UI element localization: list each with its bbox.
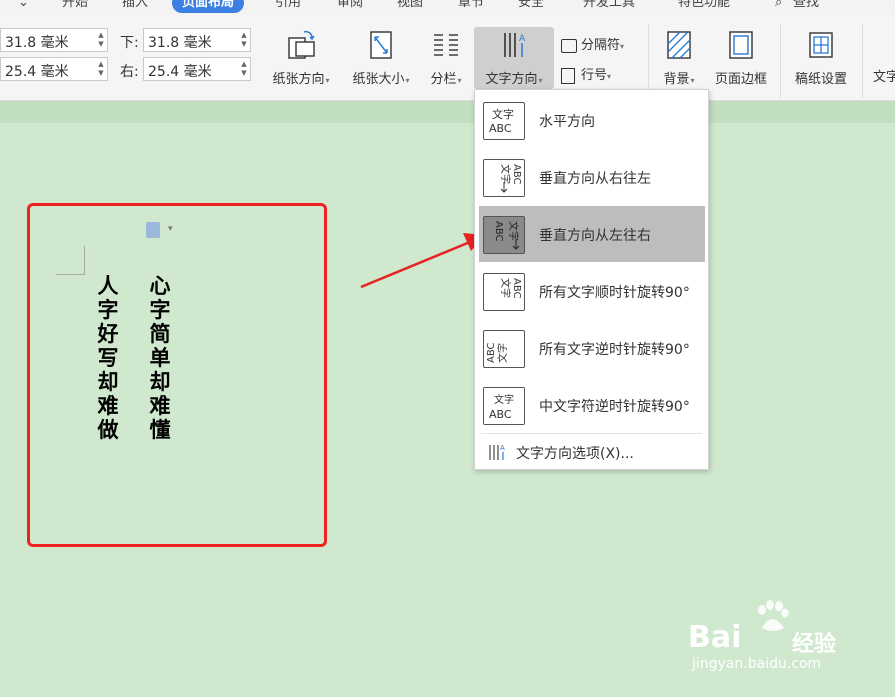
svg-text:文字: 文字 (494, 393, 514, 406)
horizontal-text-icon: 文字 ABC (483, 102, 525, 140)
dropdown-caret-icon: ▾ (690, 76, 695, 85)
svg-text:文字: 文字 (499, 164, 512, 184)
spin-arrows-icon[interactable]: ▲ ▼ (97, 31, 105, 49)
spin-arrows-icon[interactable]: ▲ ▼ (240, 60, 248, 78)
vertical-ltr-icon: ABC 文字 (483, 216, 525, 254)
separator-button[interactable]: 分隔符▾ (561, 34, 624, 53)
text-direction-button[interactable]: A 文字方向▾ (474, 27, 554, 89)
svg-text:ABC: ABC (489, 408, 512, 421)
paper-size-button[interactable]: 纸张大小▾ (344, 30, 418, 87)
columns-button[interactable]: 分栏▾ (424, 30, 468, 87)
search-icon[interactable]: ⌕ (775, 0, 782, 13)
ribbon-divider (648, 24, 649, 98)
dropdown-caret-icon: ▾ (607, 72, 612, 81)
menu-start[interactable]: 开始 (62, 0, 88, 13)
dropdown-caret-icon: ▾ (405, 76, 410, 85)
document-page[interactable]: ▾ 人字好写却难做 心字简单却难懂 (27, 203, 327, 547)
spin-arrows-icon[interactable]: ▲ ▼ (240, 31, 248, 49)
text-direction-options-icon: A (489, 444, 505, 460)
menu-page-layout[interactable]: 页面布局 (172, 0, 245, 13)
watermark: Bai 经验 jingyan.baidu.com (688, 600, 858, 680)
grid-paper-button[interactable]: 稿纸设置 (788, 30, 854, 87)
menu-item-vertical-ltr[interactable]: ABC 文字 垂直方向从左往右 (479, 206, 705, 262)
margin-top-field[interactable]: 31.8 毫米 ▲ ▼ (0, 28, 108, 52)
svg-text:A: A (500, 444, 505, 452)
menu-features[interactable]: 特色功能 (678, 0, 730, 13)
text-column-1[interactable]: 人字好写却难做 (96, 274, 120, 442)
svg-text:文字: 文字 (499, 278, 512, 298)
ribbon-divider (862, 24, 863, 98)
watermark-brand: Bai (688, 620, 742, 655)
page-border-icon (729, 31, 753, 59)
menu-view[interactable]: 视图 (397, 0, 423, 13)
menu-review[interactable]: 审阅 (337, 0, 363, 13)
text-tools-button[interactable]: 文字 (873, 66, 895, 85)
page-border-button[interactable]: 页面边框 (708, 30, 774, 87)
paper-size-icon (370, 31, 392, 59)
text-column-2[interactable]: 心字简单却难懂 (148, 274, 172, 442)
chevron-down-icon[interactable]: ▾ (168, 224, 173, 234)
margin-corner-mark (56, 246, 85, 275)
rotate-ccw-icon: ABC 文字 (483, 330, 525, 368)
background-icon (667, 31, 691, 59)
orientation-icon (288, 30, 315, 59)
dropdown-caret-icon: ▾ (538, 76, 543, 85)
menu-divider (481, 433, 702, 434)
margin-left-field[interactable]: 25.4 毫米 ▲ ▼ (0, 57, 108, 81)
svg-text:文字: 文字 (507, 221, 520, 241)
menu-item-rotate-cw[interactable]: ABC 文字 所有文字顺时针旋转90° (475, 263, 706, 319)
svg-text:ABC: ABC (511, 278, 522, 299)
menu-search[interactable]: 查找 (793, 0, 819, 13)
margin-bottom-label: 下: (120, 35, 139, 51)
columns-icon (434, 34, 458, 56)
margin-bottom-field[interactable]: 31.8 毫米 ▲ ▼ (143, 28, 251, 52)
paste-options-icon[interactable] (146, 222, 160, 238)
menu-item-rotate-ccw[interactable]: ABC 文字 所有文字逆时针旋转90° (475, 320, 706, 376)
svg-text:ABC: ABC (486, 342, 497, 363)
menu-references[interactable]: 引用 (275, 0, 301, 13)
paper-orientation-button[interactable]: 纸张方向▾ (264, 30, 338, 87)
menu-security[interactable]: 安全 (518, 0, 544, 13)
svg-text:ABC: ABC (511, 164, 522, 185)
menu-chapter[interactable]: 章节 (458, 0, 484, 13)
text-direction-options[interactable]: A 文字方向选项(X)... (487, 440, 702, 464)
svg-text:文字: 文字 (496, 343, 509, 363)
ribbon-divider (780, 24, 781, 98)
line-numbers-icon (561, 67, 575, 84)
cjk-rotate-icon: 文字 ABC (483, 387, 525, 425)
watermark-url: jingyan.baidu.com (692, 656, 822, 672)
watermark-brand-cn: 经验 (792, 632, 837, 657)
svg-text:文字: 文字 (492, 107, 514, 121)
background-button[interactable]: 背景▾ (654, 30, 704, 87)
svg-text:A: A (519, 34, 526, 44)
ribbon: 31.8 毫米 ▲ ▼ 25.4 毫米 ▲ ▼ 下: 31.8 毫米 ▲ ▼ 右: 2… (0, 14, 895, 101)
menu-developer[interactable]: 开发工具 (583, 0, 635, 13)
margin-right-label: 右: (120, 64, 139, 80)
menu-bar: ⌄ 开始 插入 页面布局 引用 审阅 视图 章节 安全 开发工具 特色功能 ⌕ … (0, 0, 895, 14)
menu-item-vertical-rtl[interactable]: ABC 文字 垂直方向从右往左 (475, 149, 706, 205)
text-direction-icon: A (504, 33, 526, 57)
separator-icon (561, 38, 577, 53)
dropdown-caret-icon: ▾ (325, 76, 330, 85)
dropdown-caret-icon: ▾ (457, 76, 462, 85)
svg-text:ABC: ABC (489, 122, 512, 135)
vertical-rtl-icon: ABC 文字 (483, 159, 525, 197)
paw-logo-icon (758, 600, 789, 631)
menu-insert[interactable]: 插入 (122, 0, 148, 13)
margin-right-field[interactable]: 25.4 毫米 ▲ ▼ (143, 57, 251, 81)
ruler-band (0, 101, 895, 123)
menu-item-horizontal[interactable]: 文字 ABC 水平方向 (475, 92, 706, 148)
dropdown-caret-icon: ▾ (620, 42, 625, 51)
text-direction-menu: 文字 ABC 水平方向 ABC 文字 垂直方向从右往左 ABC 文字 垂直方向从左往右… (474, 89, 709, 470)
svg-text:ABC: ABC (493, 221, 504, 242)
grid-paper-icon (809, 32, 833, 58)
rotate-cw-icon: ABC 文字 (483, 273, 525, 311)
line-numbers-button[interactable]: 行号▾ (561, 64, 611, 84)
menu-item-cjk-rotate[interactable]: 文字 ABC 中文字符逆时针旋转90° (475, 377, 706, 433)
spin-arrows-icon[interactable]: ▲ ▼ (97, 60, 105, 78)
chevron-down-icon[interactable]: ⌄ (18, 0, 29, 13)
